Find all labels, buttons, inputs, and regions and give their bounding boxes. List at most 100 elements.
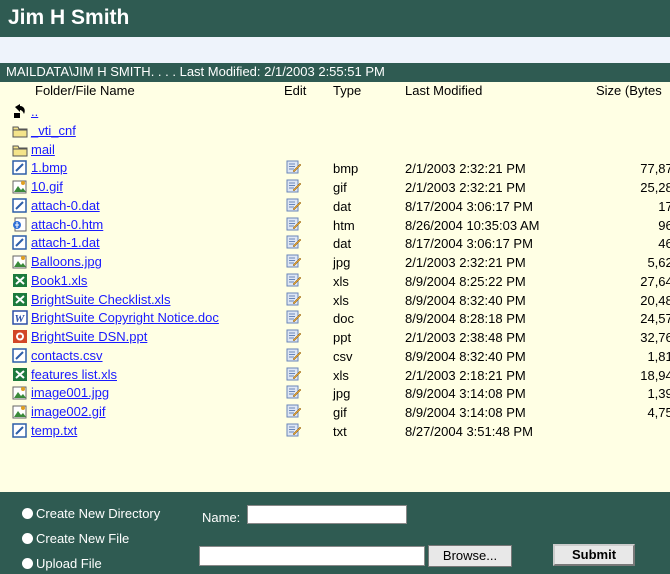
file-name-cell: Balloons.jpg bbox=[12, 254, 102, 269]
browse-button[interactable]: Browse... bbox=[428, 545, 512, 567]
file-row: Balloons.jpg jpg 2/1/2003 2:32:21 PM 5,629 bbox=[0, 252, 670, 272]
name-label: Name: bbox=[202, 510, 241, 525]
file-row: image002.gif gif 8/9/2004 3:14:08 PM 4,754 bbox=[0, 402, 670, 422]
edit-icon[interactable] bbox=[286, 217, 302, 231]
folder-row: .. bbox=[0, 102, 670, 122]
folder-name-cell: mail bbox=[12, 142, 55, 157]
folder-row: _vti_cnf bbox=[0, 121, 670, 141]
text-file-icon bbox=[12, 160, 28, 175]
file-type: ppt bbox=[333, 330, 352, 345]
image-file-icon bbox=[12, 385, 28, 400]
file-name-cell: attach-1.dat bbox=[12, 235, 100, 250]
folder-name-cell: _vti_cnf bbox=[12, 123, 76, 138]
action-panel: Create New Directory Create New File Upl… bbox=[0, 492, 670, 574]
folder-link[interactable]: .. bbox=[31, 104, 38, 119]
file-row: contacts.csv csv 8/9/2004 8:32:40 PM 1,814 bbox=[0, 346, 670, 366]
file-link[interactable]: 10.gif bbox=[31, 179, 63, 194]
edit-icon[interactable] bbox=[286, 310, 302, 324]
edit-icon[interactable] bbox=[286, 367, 302, 381]
file-name-cell: Book1.xls bbox=[12, 273, 87, 288]
edit-icon[interactable] bbox=[286, 235, 302, 249]
file-modified: 8/26/2004 10:35:03 AM bbox=[405, 217, 540, 233]
file-size: 1,814 bbox=[647, 348, 670, 364]
file-row: image001.jpg jpg 8/9/2004 3:14:08 PM 1,395 bbox=[0, 383, 670, 403]
file-link[interactable]: attach-1.dat bbox=[31, 235, 100, 250]
create-directory-label: Create New Directory bbox=[36, 506, 161, 521]
html-file-icon bbox=[12, 217, 28, 232]
edit-icon[interactable] bbox=[286, 292, 302, 306]
file-link[interactable]: attach-0.dat bbox=[31, 198, 100, 213]
edit-icon[interactable] bbox=[286, 423, 302, 437]
edit-icon[interactable] bbox=[286, 404, 302, 418]
file-row: BrightSuite DSN.ppt ppt 2/1/2003 2:38:48 P… bbox=[0, 327, 670, 347]
file-row: W BrightSuite Copyright Notice.doc doc 8/9/… bbox=[0, 308, 670, 328]
file-type: dat bbox=[333, 198, 352, 214]
file-name-cell: image001.jpg bbox=[12, 385, 109, 400]
edit-icon[interactable] bbox=[286, 160, 302, 174]
file-size: 25,285 bbox=[640, 180, 670, 195]
submit-button[interactable]: Submit bbox=[553, 544, 635, 566]
radio-icon[interactable] bbox=[22, 558, 33, 569]
folder-icon[interactable] bbox=[12, 142, 28, 157]
file-link[interactable]: image001.jpg bbox=[31, 385, 109, 400]
folder-link[interactable]: _vti_cnf bbox=[31, 123, 76, 138]
file-modified: 8/9/2004 3:14:08 PM bbox=[405, 405, 526, 420]
file-link[interactable]: features list.xls bbox=[31, 367, 117, 382]
file-type: jpg bbox=[333, 255, 351, 270]
powerpoint-file-icon bbox=[12, 329, 28, 344]
file-link[interactable]: Balloons.jpg bbox=[31, 254, 102, 269]
edit-icon[interactable] bbox=[286, 273, 302, 287]
file-size: 4,754 bbox=[647, 405, 670, 420]
edit-icon[interactable] bbox=[286, 254, 302, 268]
edit-icon[interactable] bbox=[286, 198, 302, 212]
radio-icon[interactable] bbox=[22, 508, 33, 519]
file-name-cell: BrightSuite Checklist.xls bbox=[12, 292, 170, 307]
spacer-band bbox=[0, 37, 670, 63]
folder-name-cell: .. bbox=[12, 104, 38, 119]
folder-link[interactable]: mail bbox=[31, 142, 55, 157]
file-type: bmp bbox=[333, 161, 359, 177]
file-row: BrightSuite Checklist.xls xls 8/9/2004 8:3… bbox=[0, 290, 670, 310]
image-file-icon bbox=[12, 179, 28, 194]
file-type: gif bbox=[333, 405, 347, 420]
file-size: 5,629 bbox=[647, 255, 670, 270]
upload-file-option[interactable]: Upload File bbox=[22, 556, 102, 571]
radio-icon[interactable] bbox=[22, 533, 33, 544]
file-type: csv bbox=[333, 348, 353, 364]
file-type: htm bbox=[333, 217, 355, 233]
file-row: attach-0.dat dat 8/17/2004 3:06:17 PM 174 bbox=[0, 196, 670, 216]
column-header-edit: Edit bbox=[284, 83, 307, 98]
edit-icon[interactable] bbox=[286, 329, 302, 343]
file-link[interactable]: attach-0.htm bbox=[31, 217, 103, 232]
create-file-label: Create New File bbox=[36, 531, 130, 546]
image-file-icon bbox=[12, 404, 28, 419]
parent-folder-icon[interactable] bbox=[12, 104, 28, 119]
file-size: 18,944 bbox=[640, 367, 670, 383]
file-link[interactable]: contacts.csv bbox=[31, 348, 103, 363]
file-size: 964 bbox=[658, 217, 670, 233]
file-modified: 2/1/2003 2:18:21 PM bbox=[405, 367, 526, 383]
edit-icon[interactable] bbox=[286, 385, 302, 399]
file-link[interactable]: 1.bmp bbox=[31, 160, 67, 175]
file-link[interactable]: BrightSuite DSN.ppt bbox=[31, 329, 147, 344]
file-type: xls bbox=[333, 367, 349, 383]
file-type: xls bbox=[333, 292, 349, 308]
file-link[interactable]: Book1.xls bbox=[31, 273, 87, 288]
file-link[interactable]: image002.gif bbox=[31, 404, 105, 419]
file-modified: 8/17/2004 3:06:17 PM bbox=[405, 198, 533, 214]
excel-file-icon bbox=[12, 292, 28, 307]
file-type: gif bbox=[333, 180, 347, 195]
file-link[interactable]: BrightSuite Checklist.xls bbox=[31, 292, 170, 307]
edit-icon[interactable] bbox=[286, 179, 302, 193]
file-type: doc bbox=[333, 311, 354, 327]
create-file-option[interactable]: Create New File bbox=[22, 531, 129, 546]
edit-icon[interactable] bbox=[286, 348, 302, 362]
column-header-type: Type bbox=[333, 83, 362, 98]
title-bar: Jim H Smith bbox=[0, 0, 670, 37]
name-input[interactable] bbox=[247, 505, 407, 524]
create-directory-option[interactable]: Create New Directory bbox=[22, 506, 160, 521]
upload-path-input[interactable] bbox=[199, 546, 425, 566]
folder-icon[interactable] bbox=[12, 123, 28, 138]
file-link[interactable]: temp.txt bbox=[31, 423, 77, 438]
file-link[interactable]: BrightSuite Copyright Notice.doc bbox=[31, 310, 219, 325]
